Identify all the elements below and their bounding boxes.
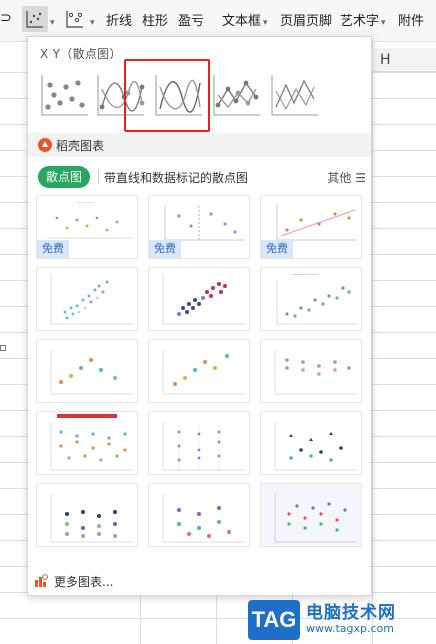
selection-handle[interactable] xyxy=(0,345,6,351)
column-header-label: H xyxy=(380,52,391,68)
chevron-down-icon: ▾ xyxy=(381,18,386,28)
section-title-xy: X Y（散点图） xyxy=(40,47,122,61)
ribbon-winloss-button[interactable]: 盈亏 xyxy=(178,10,204,29)
template-thumb[interactable] xyxy=(148,411,250,475)
radar-chart-dropdown-icon[interactable] xyxy=(62,6,88,32)
ribbon-attachment-button[interactable]: 附件 xyxy=(398,10,424,29)
filter-divider xyxy=(98,170,99,184)
docer-charts-title: 稻壳图表 xyxy=(56,139,105,153)
docer-logo-icon xyxy=(38,137,52,152)
free-badge: 免费 xyxy=(261,240,293,258)
watermark-tag-logo: TAG xyxy=(248,600,300,640)
svg-text:—— ——: —— —— xyxy=(77,200,94,205)
selected-chart-highlight xyxy=(124,59,210,132)
free-badge: 免费 xyxy=(149,240,181,258)
app-window: H ▾ ▾ 折线 柱形 盈亏 文本框 ▾ 页眉页脚 艺术字 ▾ 附件 ⊃ X Y（散… xyxy=(0,0,436,644)
template-thumb[interactable] xyxy=(260,339,362,403)
template-thumb[interactable] xyxy=(36,483,138,547)
watermark-url: www.tagxp.com xyxy=(306,622,394,635)
filter-subtype-link[interactable]: 带直线和数据标记的散点图 xyxy=(104,169,248,186)
more-charts-link[interactable]: 更多图表... xyxy=(54,573,113,590)
ribbon-textbox-button[interactable]: 文本框 ▾ xyxy=(222,10,268,29)
template-thumb[interactable] xyxy=(36,267,138,331)
template-thumb[interactable] xyxy=(148,267,250,331)
filter-row: 散点图 带直线和数据标记的散点图 其他 ☰ xyxy=(38,166,366,188)
ribbon-column-button[interactable]: 柱形 xyxy=(142,10,168,29)
chart-type-scatter[interactable] xyxy=(36,67,92,123)
template-thumb[interactable] xyxy=(260,411,362,475)
partial-ribbon-icon[interactable]: ⊃ xyxy=(0,10,12,26)
template-thumb[interactable]: 免费 xyxy=(260,195,362,259)
chevron-down-icon[interactable]: ▾ xyxy=(88,14,95,29)
chart-type-straight-lines[interactable] xyxy=(266,67,322,123)
chart-type-straight-lines-markers[interactable] xyxy=(208,67,264,123)
template-thumb[interactable]: ——————— xyxy=(260,267,362,331)
ribbon-header-footer-button[interactable]: 页眉页脚 xyxy=(280,10,332,29)
chevron-down-icon: ▾ xyxy=(263,18,268,28)
template-thumb[interactable] xyxy=(36,339,138,403)
watermark-title: 电脑技术网 xyxy=(306,603,396,623)
svg-text:———————: ——————— xyxy=(291,272,319,277)
chart-type-dropdown: X Y（散点图） 稻壳图表 散点图 带直线和数据标记的散点图 其他 ☰ —— —… xyxy=(27,36,372,596)
scatter-chart-dropdown-icon[interactable] xyxy=(22,6,48,32)
filter-other-button[interactable]: 其他 ☰ xyxy=(327,169,366,186)
template-thumb[interactable] xyxy=(148,339,250,403)
ribbon-wordart-button[interactable]: 艺术字 ▾ xyxy=(340,10,386,29)
template-thumb[interactable] xyxy=(260,483,362,547)
template-thumb[interactable]: —— —— 免费 xyxy=(36,195,138,259)
template-thumb[interactable]: 免费 xyxy=(148,195,250,259)
more-charts-icon xyxy=(34,573,48,587)
free-badge: 免费 xyxy=(37,240,69,258)
filter-scatter-pill[interactable]: 散点图 xyxy=(38,166,91,188)
template-thumb[interactable] xyxy=(36,411,138,475)
chevron-down-icon[interactable]: ▾ xyxy=(48,14,55,29)
ribbon-line-button[interactable]: 折线 xyxy=(106,10,132,29)
template-thumb[interactable] xyxy=(148,483,250,547)
